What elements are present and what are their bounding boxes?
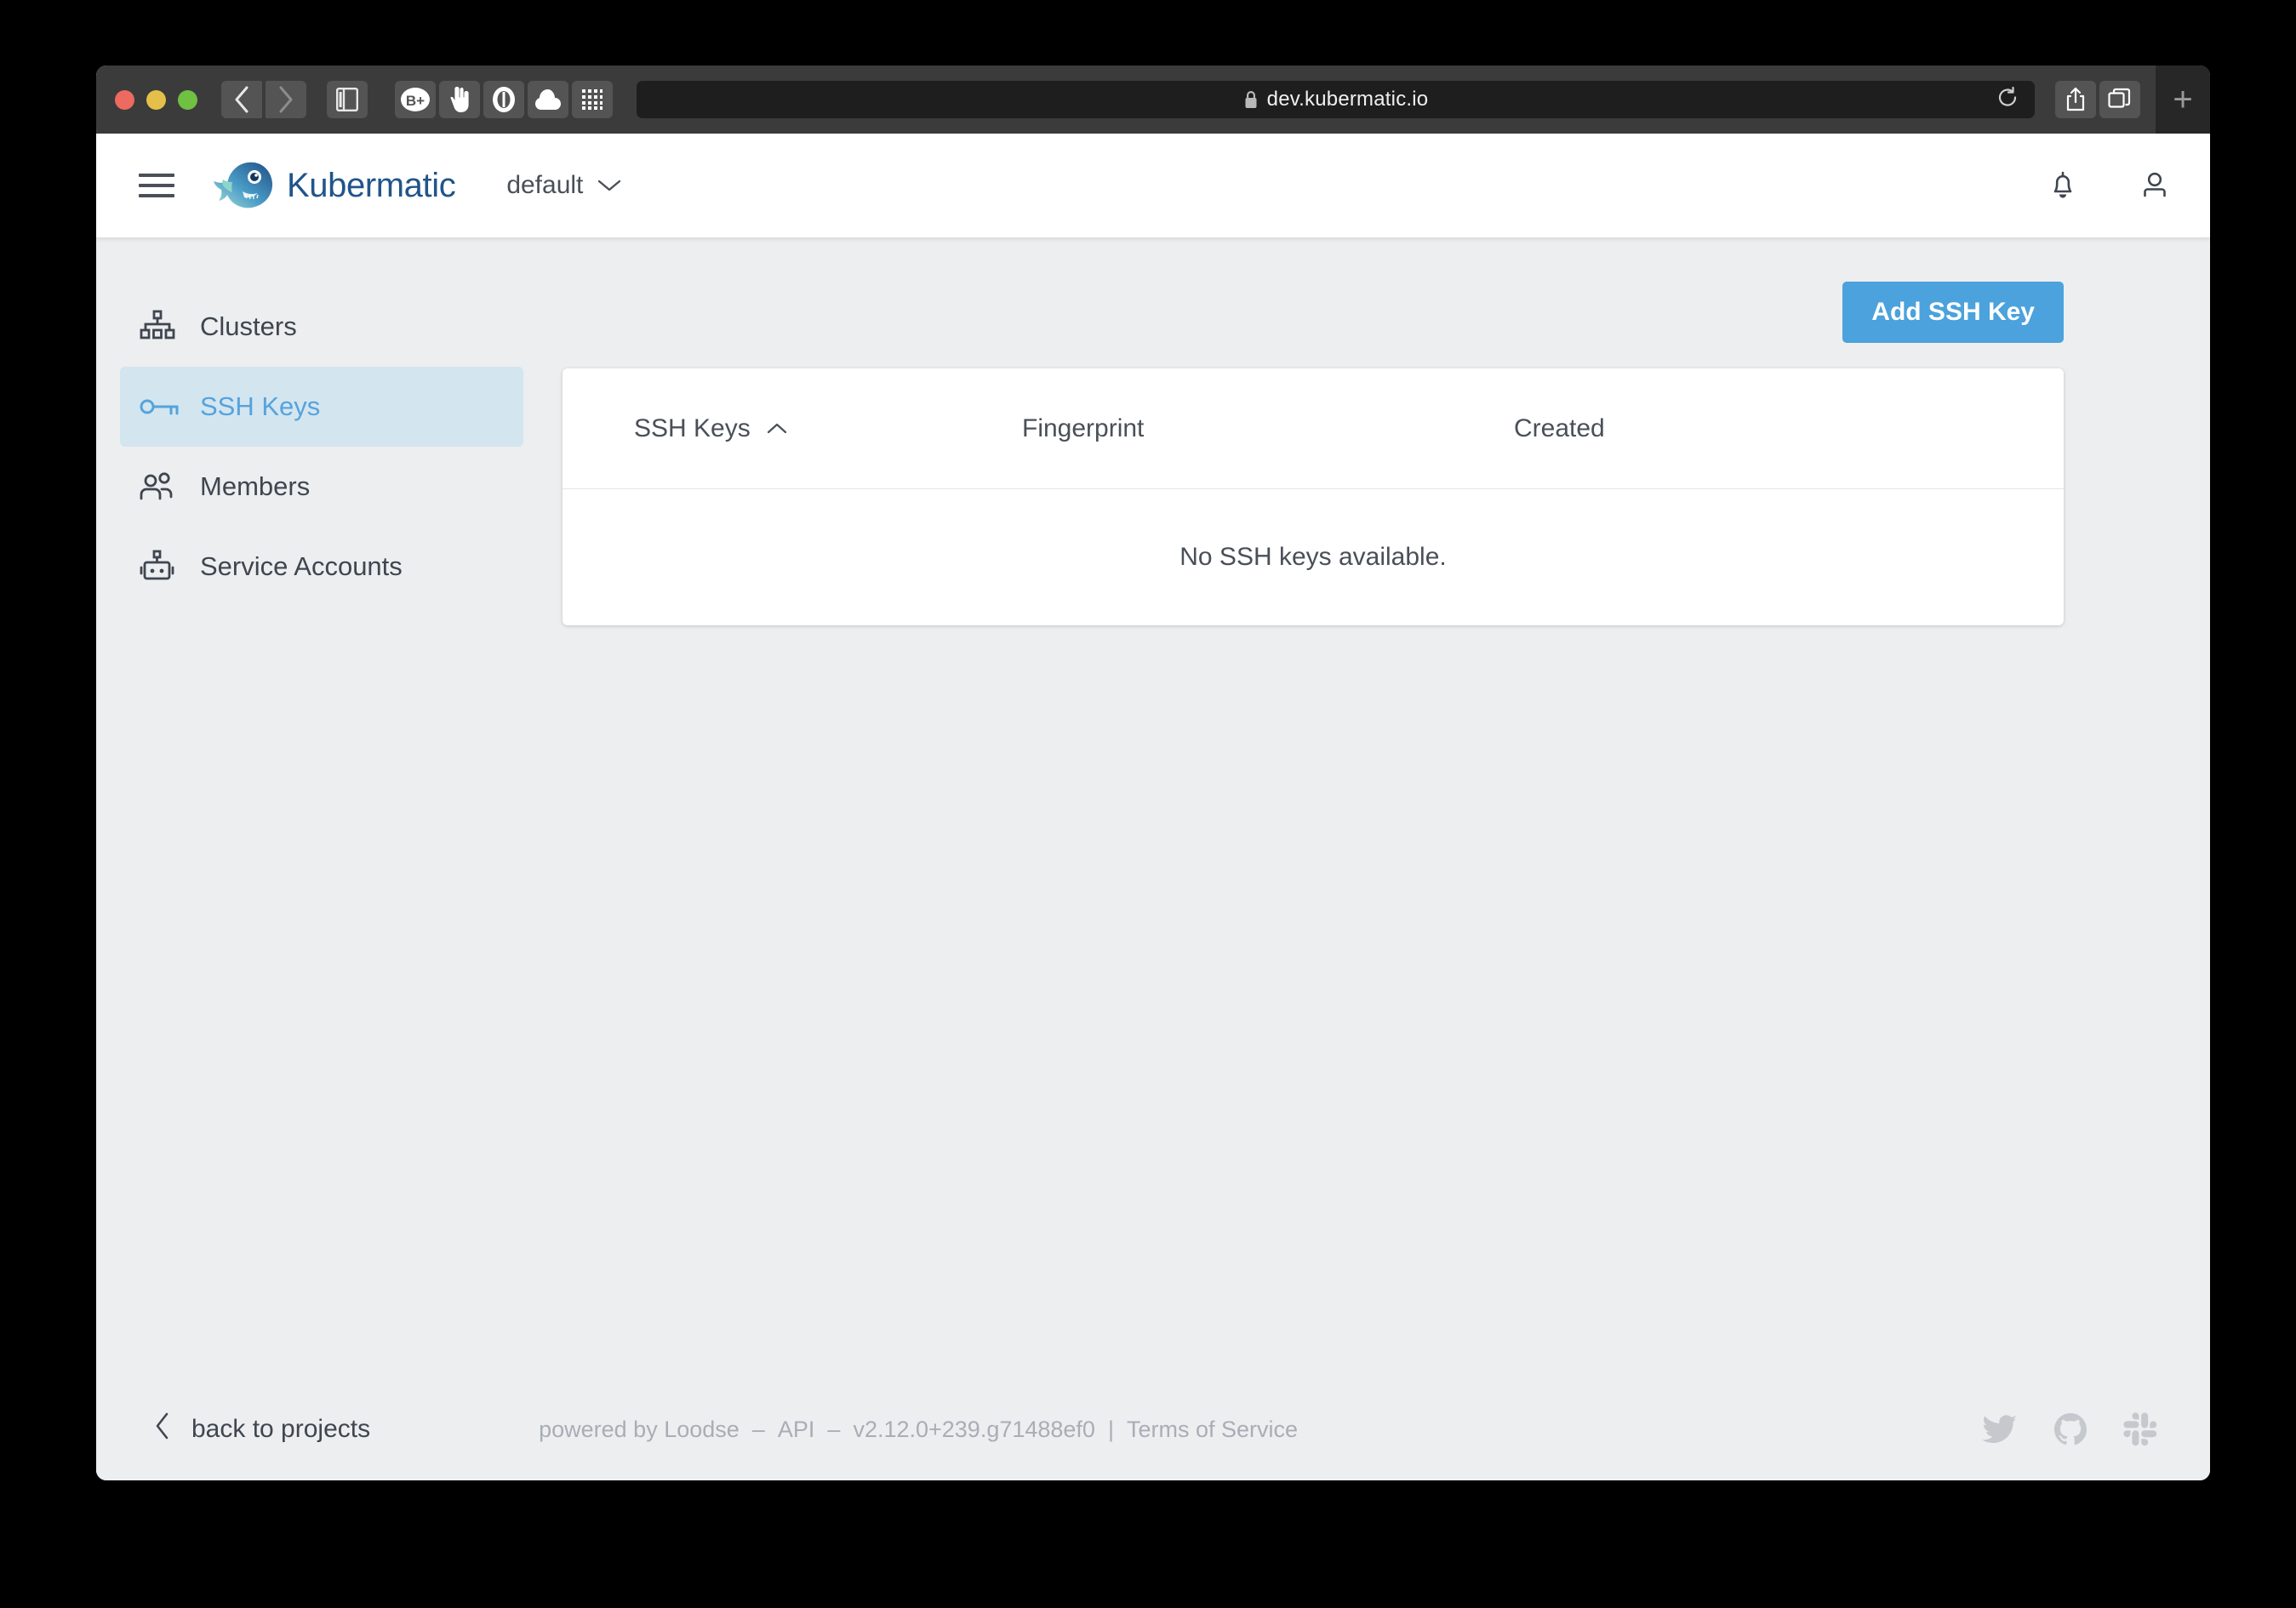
cloud-extension-button[interactable] [528,81,568,118]
github-icon[interactable] [2053,1412,2088,1446]
hamburger-icon[interactable] [139,174,174,197]
body-row: Clusters SSH Keys Members Service Accoun… [96,237,2210,1378]
svg-text:B+: B+ [406,93,425,109]
app-header: Kubermatic default [96,134,2210,237]
column-header-created[interactable]: Created [1514,414,2064,443]
back-button[interactable] [221,81,262,118]
column-header-fingerprint[interactable]: Fingerprint [1022,414,1514,443]
content-toolbar: Add SSH Key [556,237,2185,343]
api-version: v2.12.0+239.g71488ef0 [853,1416,1095,1442]
sidebar-item-label: Clusters [200,311,297,341]
page-body: Clusters SSH Keys Members Service Accoun… [96,237,2210,1480]
brand-name: Kubermatic [287,166,456,204]
address-bar[interactable]: dev.kubermatic.io [637,81,2035,118]
close-window-button[interactable] [115,89,134,110]
members-icon [139,471,188,502]
terms-of-service-link[interactable]: Terms of Service [1127,1417,1298,1443]
column-header-label: SSH Keys [634,413,751,442]
sidebar-item-clusters[interactable]: Clusters [120,287,523,367]
footer-pipe: | [1107,1416,1114,1442]
footer-separator-dash-2: – [827,1416,841,1442]
app-footer: back to projects powered by Loodse – API… [96,1378,2210,1480]
forward-button[interactable] [266,81,306,118]
chevron-down-icon [597,171,622,200]
share-icon[interactable] [2055,81,2096,118]
slack-icon[interactable] [2123,1412,2157,1446]
project-name: default [506,171,584,199]
toolbar-right-group: + [2055,66,2210,134]
back-to-projects-label: back to projects [191,1415,371,1443]
footer-meta: powered by Loodse – API – v2.12.0+239.g7… [539,1417,1298,1443]
table-header-row: SSH Keys Fingerprint Created [563,368,2064,489]
footer-space-1 [765,1417,778,1443]
powered-by-label: powered by Loodse [539,1416,740,1442]
content-area: Add SSH Key SSH Keys Fingerprint Created… [556,237,2210,1378]
project-selector[interactable]: default [506,171,622,200]
column-header-ssh-keys[interactable]: SSH Keys [563,414,1022,443]
zoom-window-button[interactable] [178,89,197,110]
back-to-projects-link[interactable]: back to projects [154,1411,370,1447]
reload-icon[interactable] [1996,86,2019,114]
social-icons [1982,1412,2157,1446]
sidebar-item-label: Service Accounts [200,551,403,581]
sidebar-toggle-button[interactable] [327,81,368,118]
ssh-keys-table-card: SSH Keys Fingerprint Created No SSH keys… [563,368,2064,625]
brand[interactable]: Kubermatic [212,157,456,214]
sidebar: Clusters SSH Keys Members Service Accoun… [96,237,556,1378]
onepassword-extension-button[interactable] [483,81,524,118]
kubermatic-fish-logo [212,157,275,214]
sidebar-item-service-accounts[interactable]: Service Accounts [120,527,523,607]
url-text: dev.kubermatic.io [1266,88,1429,111]
footer-separator-dash: – [751,1416,765,1442]
browser-toolbar: B+ dev.kubermatic.io + [96,66,2210,134]
apps-grid-button[interactable] [572,81,613,118]
new-tab-label: + [2173,80,2193,118]
sidebar-item-members[interactable]: Members [120,447,523,527]
tab-overview-icon[interactable] [2099,81,2140,118]
user-icon[interactable] [2139,168,2171,203]
minimize-window-button[interactable] [146,89,166,110]
chevron-left-icon [154,1411,171,1447]
ublock-extension-button[interactable] [439,81,480,118]
clusters-icon [139,309,188,345]
browser-window: B+ dev.kubermatic.io + Kubermatic defaul… [96,66,2210,1480]
robot-icon [139,549,188,584]
table-empty-message: No SSH keys available. [1179,543,1447,571]
chevron-up-icon [766,422,788,436]
sidebar-item-ssh-keys[interactable]: SSH Keys [120,367,523,447]
api-label: API [777,1416,815,1442]
twitter-icon[interactable] [1982,1414,2018,1445]
add-ssh-key-button[interactable]: Add SSH Key [1842,282,2064,343]
sidebar-item-label: Members [200,471,311,501]
footer-space-3 [840,1417,853,1443]
lock-icon [1243,89,1259,110]
sidebar-item-label: SSH Keys [200,391,321,421]
footer-space-4 [1095,1417,1108,1443]
bell-icon[interactable] [2047,168,2079,203]
key-icon [139,394,188,419]
window-controls [115,89,197,110]
column-header-label: Created [1514,413,1605,442]
new-tab-button[interactable]: + [2156,66,2210,134]
footer-space-5 [1114,1417,1127,1443]
bitwarden-extension-button[interactable]: B+ [395,81,436,118]
footer-dash-1 [740,1417,752,1443]
footer-space-2 [814,1417,827,1443]
column-header-label: Fingerprint [1022,413,1145,442]
